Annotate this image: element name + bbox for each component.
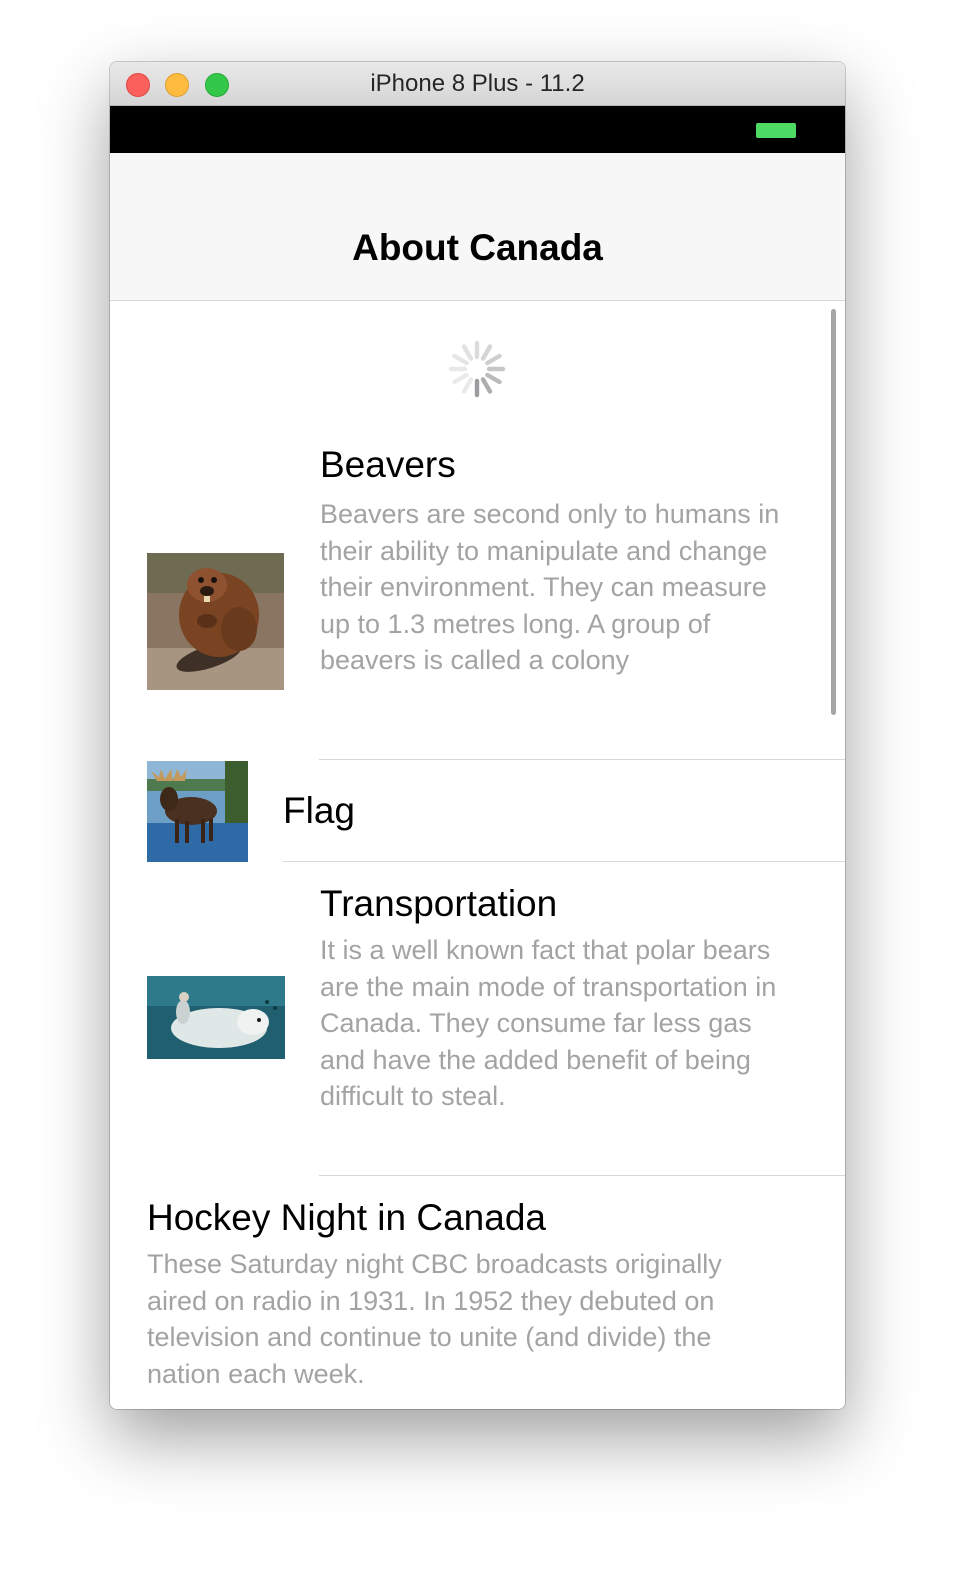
row-title: Flag xyxy=(283,790,355,831)
table-row[interactable]: Hockey Night in Canada These Saturday ni… xyxy=(110,1176,845,1409)
window-title: iPhone 8 Plus - 11.2 xyxy=(370,70,585,97)
row-description: It is a well known fact that polar bears… xyxy=(320,935,777,1112)
beaver-photo xyxy=(147,553,284,690)
row-title: Beavers xyxy=(320,444,456,485)
moose-photo xyxy=(147,761,248,862)
navigation-bar: About Canada xyxy=(110,153,845,301)
polar-bear-photo xyxy=(147,976,285,1059)
table-view[interactable]: Beavers Beavers are second only to human… xyxy=(110,301,845,1409)
table-row[interactable]: Flag xyxy=(110,760,845,862)
window-titlebar[interactable]: iPhone 8 Plus - 11.2 xyxy=(110,62,845,106)
page-title: About Canada xyxy=(352,227,603,268)
loading-spinner-icon xyxy=(448,340,506,398)
status-bar xyxy=(110,106,845,153)
simulator-window: iPhone 8 Plus - 11.2 About Canada Beaver… xyxy=(110,62,845,1409)
table-row[interactable]: Transportation It is a well known fact t… xyxy=(110,862,845,1176)
row-description: Beavers are second only to humans in the… xyxy=(320,499,780,676)
battery-icon xyxy=(756,123,796,138)
table-row[interactable]: Beavers Beavers are second only to human… xyxy=(110,443,845,760)
row-title: Hockey Night in Canada xyxy=(147,1197,546,1238)
row-title: Transportation xyxy=(320,883,558,924)
row-description: These Saturday night CBC broadcasts orig… xyxy=(147,1249,722,1389)
